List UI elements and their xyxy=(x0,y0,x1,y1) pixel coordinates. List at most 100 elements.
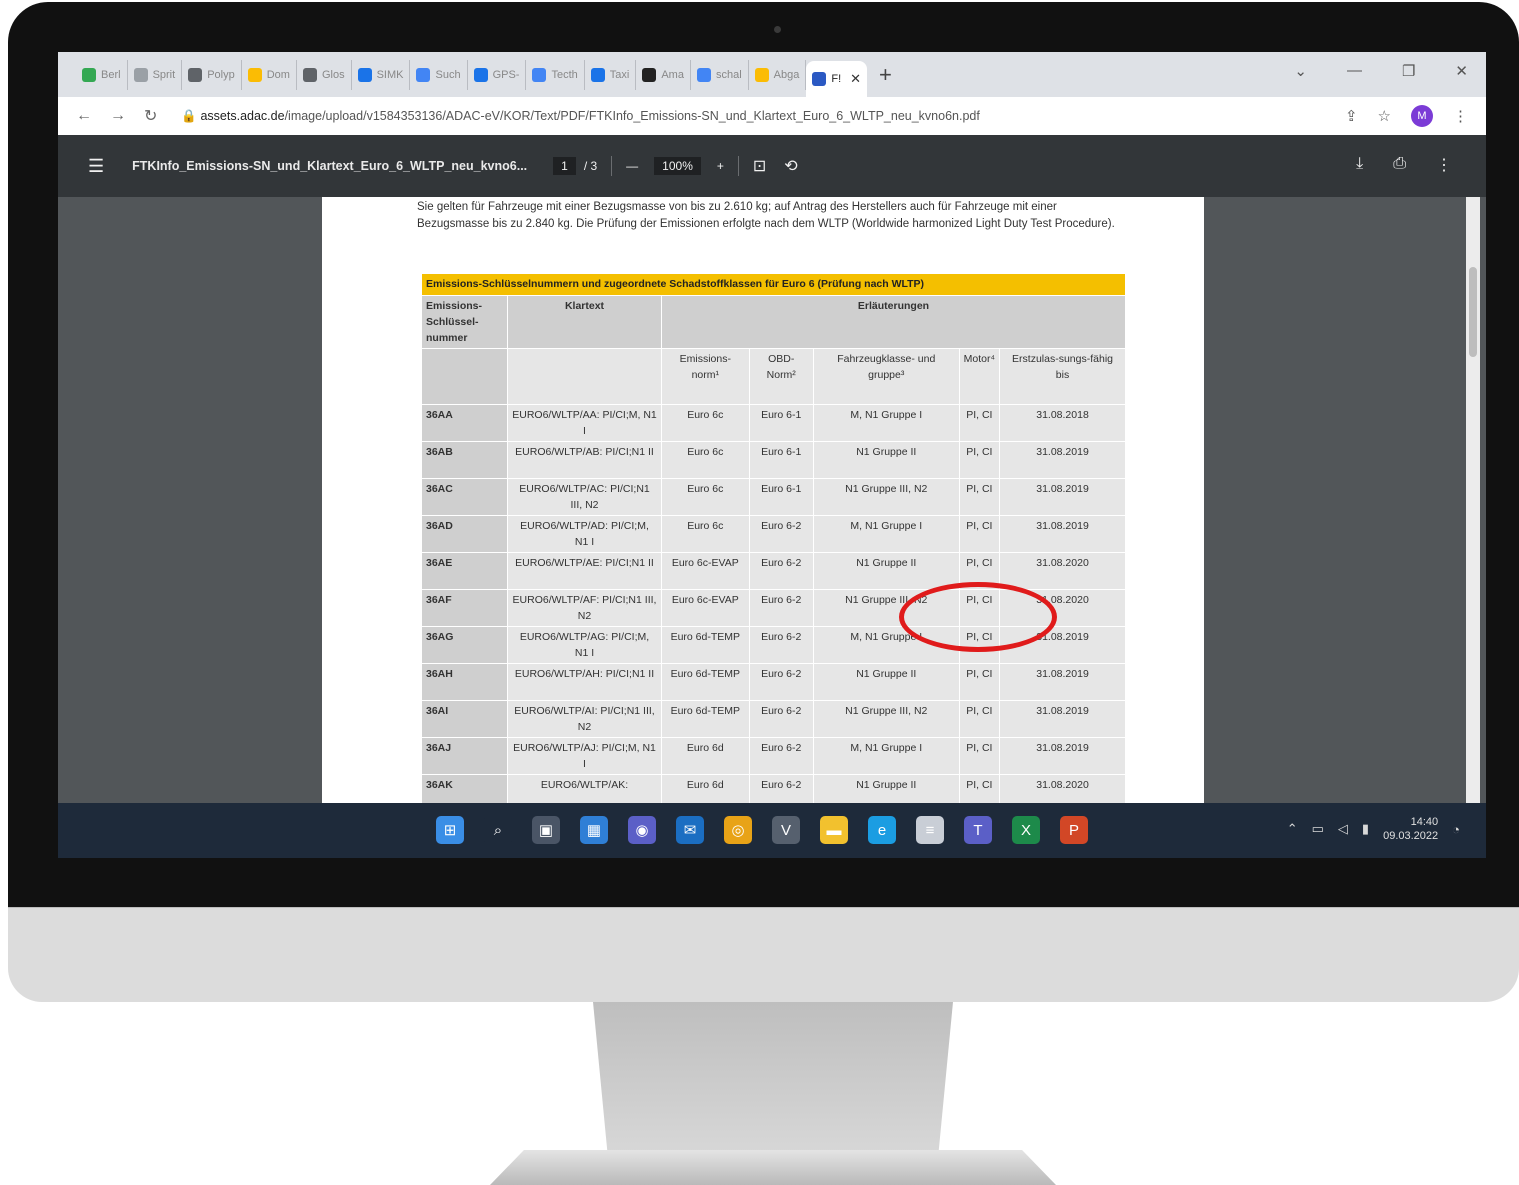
browser-menu-icon[interactable]: ⋮ xyxy=(1453,107,1468,125)
outlook-icon[interactable]: ✉ xyxy=(676,816,704,844)
cell-kt: EURO6/WLTP/AJ: PI/CI;M, N1 I xyxy=(507,737,662,775)
cell-obd: Euro 6-2 xyxy=(748,552,814,590)
notification-icon[interactable]: ◔ xyxy=(1452,822,1460,837)
page-total: / 3 xyxy=(583,159,598,173)
browser-tab[interactable]: schal xyxy=(691,59,749,90)
cell-obd: Euro 6-1 xyxy=(748,441,814,479)
search-icon[interactable]: ⌕ xyxy=(484,816,512,844)
close-window-button[interactable]: ✕ xyxy=(1455,62,1468,80)
tab-favicon-icon xyxy=(188,67,203,82)
url-field[interactable]: 🔒 assets.adac.de/image/upload/v158435313… xyxy=(181,109,979,124)
clock-time: 14:40 xyxy=(1410,816,1439,828)
bookmark-star-icon[interactable]: ☆ xyxy=(1378,107,1391,125)
file-explorer-icon[interactable]: ▬ xyxy=(820,816,848,844)
cell-kt: EURO6/WLTP/AG: PI/CI;M, N1 I xyxy=(507,626,662,664)
subheader-blank xyxy=(507,348,662,405)
download-icon[interactable]: ⤓ xyxy=(1356,155,1363,175)
intro-paragraph: Sie gelten für Fahrzeuge mit einer Bezug… xyxy=(417,201,1115,230)
edge-icon[interactable]: e xyxy=(868,816,896,844)
tab-favicon-icon xyxy=(416,67,431,82)
browser-tab[interactable]: Berl xyxy=(76,59,128,90)
cell-norm: Euro 6c xyxy=(661,404,750,442)
browser-tab[interactable]: Abga xyxy=(749,59,807,90)
minimize-button[interactable]: — xyxy=(1347,62,1362,80)
cell-obd: Euro 6-2 xyxy=(748,700,814,738)
pdf-favicon-icon xyxy=(812,72,827,86)
zoom-in-button[interactable]: + xyxy=(717,159,724,173)
clock[interactable]: 14:40 09.03.2022 xyxy=(1383,815,1438,843)
header-klasse: Fahrzeugklasse- und gruppe³ xyxy=(812,348,960,405)
powerpoint-icon[interactable]: P xyxy=(1060,816,1088,844)
monitor-stand-foot xyxy=(490,1150,1056,1185)
cell-sn: 36AH xyxy=(421,663,508,701)
tab-label: GPS- xyxy=(492,68,520,81)
page-number-input[interactable]: 1 xyxy=(553,157,576,175)
zoom-controls: — 100% + xyxy=(626,157,724,175)
zoom-out-button[interactable]: — xyxy=(626,159,638,173)
fit-page-icon[interactable]: ⊡ xyxy=(753,156,766,176)
cell-obd: Euro 6-1 xyxy=(748,478,814,516)
red-highlight-circle xyxy=(899,582,1057,652)
screen: Berl Sprit Polyp Dom Glos SIMK Such GPS- Tecth Ta… xyxy=(58,52,1486,858)
cell-sn: 36AG xyxy=(421,626,508,664)
hamburger-menu-icon[interactable]: ☰ xyxy=(88,156,104,177)
browser-tab[interactable]: Polyp xyxy=(182,59,242,90)
more-options-icon[interactable]: ⋮ xyxy=(1436,155,1452,175)
browser-tab[interactable]: Ama xyxy=(636,59,691,90)
browser-tab[interactable]: GPS- xyxy=(468,59,527,90)
tab-favicon-icon xyxy=(82,67,96,82)
tab-search-icon[interactable]: ⌄ xyxy=(1294,62,1307,80)
cell-kt: EURO6/WLTP/AB: PI/CI;N1 II xyxy=(507,441,662,479)
cell-norm: Euro 6d-TEMP xyxy=(661,663,750,701)
cell-obd: Euro 6-2 xyxy=(748,663,814,701)
scrollbar-thumb[interactable] xyxy=(1469,267,1477,357)
notepad-icon[interactable]: ≡ xyxy=(916,816,944,844)
new-tab-button[interactable]: + xyxy=(879,62,892,88)
browser-tab[interactable]: Such xyxy=(410,59,468,90)
cell-obd: Euro 6-2 xyxy=(748,515,814,553)
clock-date: 09.03.2022 xyxy=(1383,830,1439,842)
network-icon[interactable]: ▭ xyxy=(1312,821,1324,837)
teams-chat-icon[interactable]: ◉ xyxy=(628,816,656,844)
back-icon[interactable]: ← xyxy=(76,107,92,125)
pdf-viewer[interactable]: Sie gelten für Fahrzeuge mit einer Bezug… xyxy=(58,197,1486,803)
restore-button[interactable]: ❐ xyxy=(1402,62,1415,80)
tab-close-icon[interactable]: ✕ xyxy=(850,71,861,87)
tray-overflow-icon[interactable]: ⌃ xyxy=(1287,821,1298,837)
excel-icon[interactable]: X xyxy=(1012,816,1040,844)
browser-tab[interactable]: Taxi xyxy=(585,59,637,90)
browser-tab[interactable]: Tecth xyxy=(526,59,585,90)
browser-tabstrip: Berl Sprit Polyp Dom Glos SIMK Such GPS- Tecth Ta… xyxy=(58,52,1486,97)
task-view-icon[interactable]: ▣ xyxy=(532,816,560,844)
cell-bis: 31.08.2019 xyxy=(999,515,1126,553)
tab-favicon-icon xyxy=(532,67,547,82)
table-row: 36AH EURO6/WLTP/AH: PI/CI;N1 II Euro 6d-TE… xyxy=(421,663,1126,701)
zoom-level-input[interactable]: 100% xyxy=(654,157,701,175)
url-path: /image/upload/v1584353136/ADAC-eV/KOR/Te… xyxy=(284,108,980,123)
tab-label: SIMK xyxy=(376,68,404,81)
teams-icon[interactable]: T xyxy=(964,816,992,844)
widgets-icon[interactable]: ▦ xyxy=(580,816,608,844)
volume-icon[interactable]: ◁ xyxy=(1338,821,1348,837)
browser-tab[interactable]: SIMK xyxy=(352,59,411,90)
start-icon[interactable]: ⊞ xyxy=(436,816,464,844)
tab-favicon-icon xyxy=(590,67,605,82)
battery-icon[interactable]: ▮ xyxy=(1362,821,1369,837)
tab-active[interactable]: F! ✕ xyxy=(806,61,868,97)
forward-icon[interactable]: → xyxy=(110,107,126,125)
browser-tab[interactable]: Glos xyxy=(297,59,352,90)
tab-favicon-icon xyxy=(642,67,657,82)
monitor-stand-neck xyxy=(593,1002,953,1152)
reload-icon[interactable]: ↻ xyxy=(144,106,157,126)
cell-bis: 31.08.2019 xyxy=(999,663,1126,701)
print-icon[interactable]: ⎙ xyxy=(1393,155,1406,175)
scrollbar[interactable] xyxy=(1466,197,1480,803)
browser-tab[interactable]: Sprit xyxy=(128,59,183,90)
chrome-icon[interactable]: ◎ xyxy=(724,816,752,844)
header-obd: OBD-Norm² xyxy=(748,348,814,405)
rotate-icon[interactable]: ⟲ xyxy=(784,156,797,176)
profile-avatar[interactable]: M xyxy=(1411,105,1433,127)
vpn-icon[interactable]: V xyxy=(772,816,800,844)
browser-tab[interactable]: Dom xyxy=(242,59,297,90)
share-icon[interactable]: ⇪ xyxy=(1345,107,1358,125)
